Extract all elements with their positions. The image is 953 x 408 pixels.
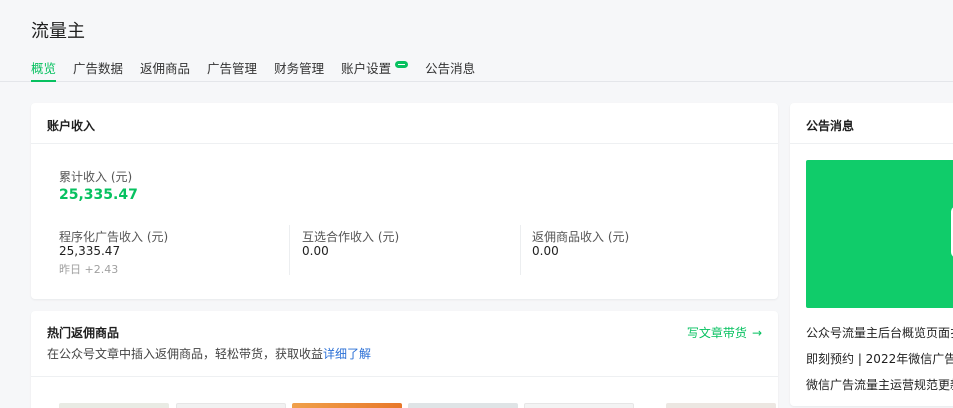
tab-ad-data[interactable]: 广告数据 xyxy=(73,58,123,82)
rebate-income-label: 返佣商品收入 (元) xyxy=(532,230,630,244)
total-income-value: 25,335.47 xyxy=(59,187,138,203)
hot-desc-text: 在公众号文章中插入返佣商品，轻松带货，获取收益 xyxy=(47,347,324,361)
announcement-title: 公告消息 xyxy=(806,119,855,133)
tab-label: 广告数据 xyxy=(73,61,124,76)
column-separator xyxy=(520,225,521,275)
announcement-banner[interactable] xyxy=(806,160,953,308)
card-divider xyxy=(31,376,778,377)
arrow-right-icon: → xyxy=(751,325,762,340)
card-divider xyxy=(790,143,953,144)
tab-label: 广告管理 xyxy=(207,61,258,76)
tab-rebate-products[interactable]: 返佣商品 xyxy=(140,58,190,82)
product-thumbnail[interactable] xyxy=(524,403,634,408)
learn-more-link[interactable]: 详细了解 xyxy=(323,347,371,361)
column-separator xyxy=(289,225,290,275)
card-divider xyxy=(31,143,778,144)
programmatic-income-label: 程序化广告收入 (元) xyxy=(59,230,169,244)
cooperation-income-label: 互选合作收入 (元) xyxy=(302,230,400,244)
tab-label: 返佣商品 xyxy=(140,61,191,76)
product-thumbnail[interactable] xyxy=(666,403,776,408)
announcement-item[interactable]: 微信广告流量主运营规范更新 xyxy=(806,376,953,393)
account-income-card: 账户收入 累计收入 (元) 25,335.47 程序化广告收入 (元) 25,3… xyxy=(31,103,778,299)
rebate-income-value: 0.00 xyxy=(532,244,559,258)
page-header: 流量主 概览 广告数据 返佣商品 广告管理 财务管理 账户设置 公告消息 xyxy=(0,0,953,82)
hot-products-desc: 在公众号文章中插入返佣商品，轻松带货，获取收益详细了解 xyxy=(47,345,371,362)
tab-label: 概览 xyxy=(31,61,57,76)
write-article-link[interactable]: 写文章带货 → xyxy=(687,324,762,341)
hot-products-title: 热门返佣商品 xyxy=(47,326,120,340)
announcement-item[interactable]: 即刻预约 | 2022年微信广告乡 xyxy=(806,350,953,367)
announcement-item[interactable]: 公众号流量主后台概览页面扌 xyxy=(806,324,953,341)
tab-label: 财务管理 xyxy=(274,61,325,76)
programmatic-yesterday: 昨日 +2.43 xyxy=(59,263,119,276)
product-thumbnail[interactable] xyxy=(408,403,518,408)
tab-overview[interactable]: 概览 xyxy=(31,58,57,82)
product-thumbnail[interactable] xyxy=(59,403,169,408)
product-thumbnail[interactable] xyxy=(292,403,402,408)
tab-announcements[interactable]: 公告消息 xyxy=(425,58,475,82)
main-tabs: 概览 广告数据 返佣商品 广告管理 财务管理 账户设置 公告消息 xyxy=(31,58,492,82)
app-title: 流量主 xyxy=(31,21,85,42)
tab-finance[interactable]: 财务管理 xyxy=(274,58,324,82)
cooperation-income-value: 0.00 xyxy=(302,244,329,258)
new-badge-icon xyxy=(395,61,409,68)
income-card-title: 账户收入 xyxy=(47,119,96,133)
write-article-label: 写文章带货 xyxy=(686,326,747,340)
programmatic-income-value: 25,335.47 xyxy=(59,244,121,258)
hot-products-card: 热门返佣商品 在公众号文章中插入返佣商品，轻松带货，获取收益详细了解 写文章带货… xyxy=(31,311,778,408)
announcement-card: 公告消息 公众号流量主后台概览页面扌 即刻预约 | 2022年微信广告乡 微信广… xyxy=(790,103,953,406)
total-income-label: 累计收入 (元) xyxy=(59,170,133,184)
tab-label: 账户设置 xyxy=(341,61,392,76)
tab-label: 公告消息 xyxy=(425,61,476,76)
tab-ad-management[interactable]: 广告管理 xyxy=(207,58,257,82)
product-thumbnail[interactable] xyxy=(176,403,286,408)
tab-account-settings[interactable]: 账户设置 xyxy=(341,58,409,82)
